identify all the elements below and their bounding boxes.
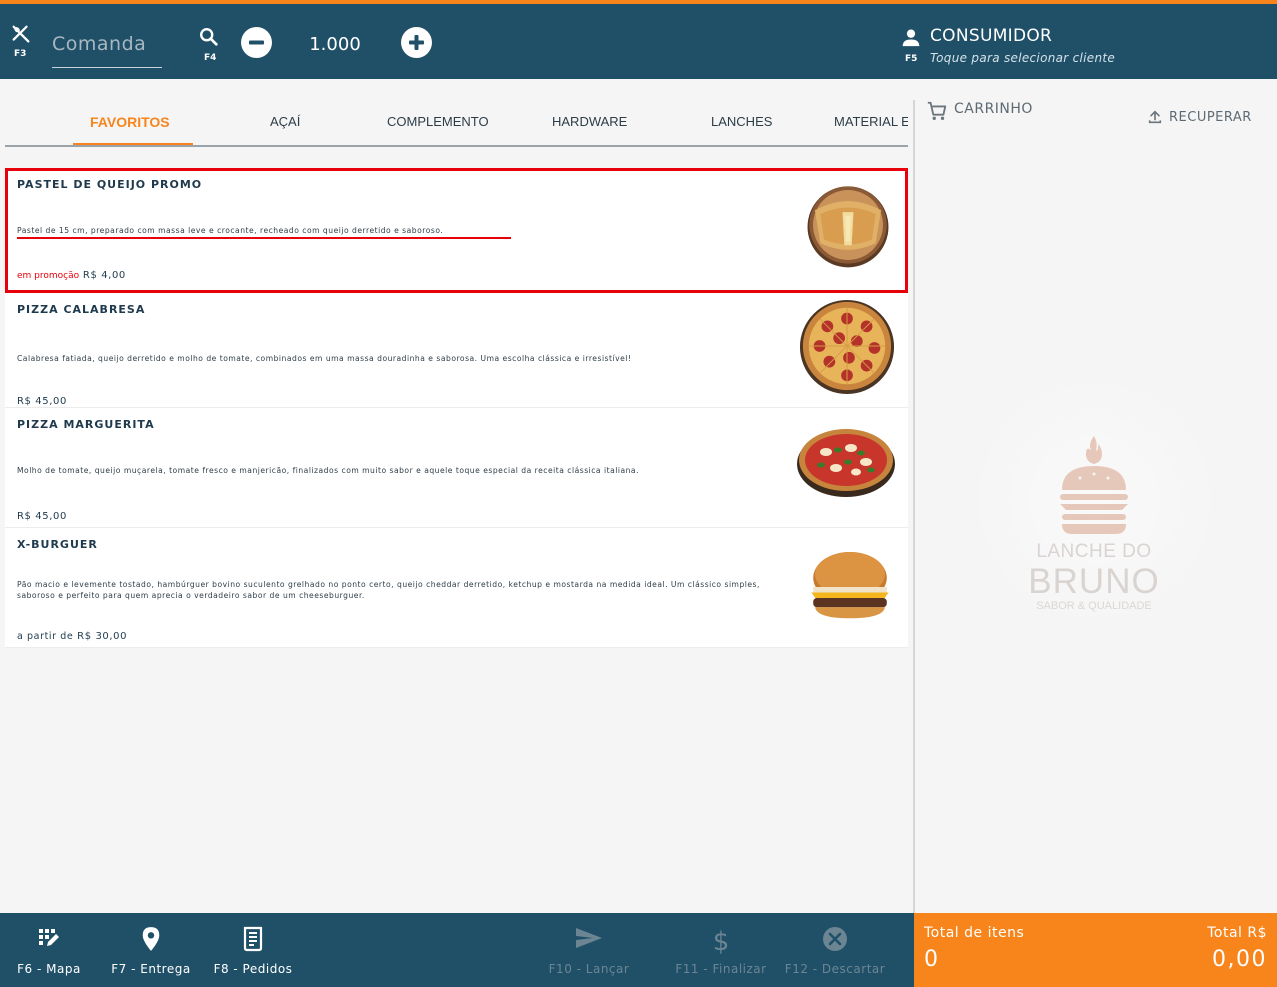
amount-total-value: 0,00 [1212,947,1267,972]
receipt-icon [243,926,263,952]
product-description: Molho de tomate, queijo muçarela, tomate… [17,466,639,475]
tab-favoritos[interactable]: FAVORITOS [90,114,170,130]
panel-divider [913,100,915,913]
pizza-marguerita-image [797,429,895,497]
search-button[interactable]: F4 [196,24,224,64]
search-hotkey: F4 [204,53,217,63]
product-description: Calabresa fatiada, queijo derretido e mo… [17,354,632,363]
promo-label: em promoção [17,271,80,281]
price-prefix: a partir de [17,631,74,642]
tab-material[interactable]: MATERIAL E [834,114,908,129]
pizza-calabresa-image [799,299,895,395]
cart-title: CARRINHO [954,101,1033,117]
price-value: R$ 45,00 [17,511,67,522]
tab-lanches[interactable]: LANCHES [711,114,772,129]
product-name: X-BURGUER [17,538,98,551]
product-name: PASTEL DE QUEIJO PROMO [17,178,203,191]
fork-knife-icon [12,25,30,43]
recover-label[interactable]: RECUPERAR [1169,110,1252,125]
comanda-input[interactable]: Comanda [52,32,162,68]
description-underline [17,237,511,239]
send-label: F10 - Lançar [548,962,630,976]
product-price: em promoção R$ 4,00 [17,270,126,281]
price-value: R$ 30,00 [77,631,128,642]
product-price: a partir de R$ 30,00 [17,631,127,642]
orders-label: F8 - Pedidos [213,962,293,976]
person-icon [902,29,920,47]
map-label: F6 - Mapa [17,962,81,976]
delivery-button[interactable]: F7 - Entrega [106,913,196,987]
upload-icon [1148,110,1162,124]
price-value: R$ 45,00 [17,396,67,407]
plus-icon [409,35,424,50]
discard-button[interactable]: F12 - Descartar [780,913,890,987]
delivery-label: F7 - Entrega [111,962,191,976]
items-total-value: 0 [924,947,939,972]
tab-acai[interactable]: AÇAÍ [270,114,300,129]
discard-label: F12 - Descartar [784,962,886,976]
product-card-x-burguer[interactable]: X-BURGUER Pão macio e levemente tostado,… [5,528,908,648]
bottom-bar: F6 - Mapa F7 - Entrega F8 - Pedidos F10 … [0,913,914,987]
quantity-value[interactable]: 1.000 [290,34,380,55]
top-bar: F3 Comanda F4 1.000 F5 CONSUMIDOR Toque … [0,0,1277,79]
logo-line-2: BRUNO [1028,562,1160,601]
product-list: PASTEL DE QUEIJO PROMO Pastel de 15 cm, … [5,168,908,648]
product-name: PIZZA CALABRESA [17,303,146,316]
tab-hardware[interactable]: HARDWARE [552,114,627,129]
cart-icon [927,101,947,120]
location-pin-icon [142,927,160,951]
product-card-pastel[interactable]: PASTEL DE QUEIJO PROMO Pastel de 15 cm, … [5,168,908,293]
totals-panel: Total de itens 0 Total R$ 0,00 [914,913,1277,987]
decrease-quantity-button[interactable] [241,27,272,58]
price-value: R$ 4,00 [82,270,126,281]
close-circle-icon [823,927,847,951]
items-total-label: Total de itens [924,925,1025,941]
pastel-image [807,186,889,268]
dollar-icon: $ [713,927,730,954]
customer-hint[interactable]: Toque para selecionar cliente [930,51,1115,65]
map-button[interactable]: F6 - Mapa [5,913,93,987]
burger-image [811,552,889,619]
increase-quantity-button[interactable] [401,27,432,58]
product-description: Pão macio e levemente tostado, hambúrgue… [17,580,760,600]
map-grid-icon [39,929,59,946]
logo-line-1: LANCHE DO [1036,541,1152,562]
product-name: PIZZA MARGUERITA [17,418,155,431]
minus-icon [249,40,264,45]
product-card-pizza-marguerita[interactable]: PIZZA MARGUERITA Molho de tomate, queijo… [5,408,908,528]
tab-complemento[interactable]: COMPLEMENTO [387,114,489,129]
tables-button[interactable]: F3 [6,22,36,62]
finish-label: F11 - Finalizar [675,962,767,976]
customer-name[interactable]: CONSUMIDOR [930,26,1052,46]
product-card-pizza-calabresa[interactable]: PIZZA CALABRESA Calabresa fatiada, queij… [5,293,908,408]
category-tabs: FAVORITOS AÇAÍ COMPLEMENTO HARDWARE LANC… [5,100,908,147]
product-description: Pastel de 15 cm, preparado com massa lev… [17,226,444,235]
logo-line-3: SABOR & QUALIDADE [1036,600,1152,612]
search-icon [200,28,218,46]
product-price: R$ 45,00 [17,396,67,407]
customer-hotkey: F5 [905,54,918,64]
finish-button[interactable]: $ F11 - Finalizar [672,913,770,987]
send-button[interactable]: F10 - Lançar [540,913,638,987]
active-tab-indicator [73,143,193,145]
svg-text:$: $ [713,927,730,954]
orders-button[interactable]: F8 - Pedidos [206,913,300,987]
tables-hotkey: F3 [14,49,27,59]
burger-logo-icon [1060,436,1128,534]
product-price: R$ 45,00 [17,511,67,522]
amount-total-label: Total R$ [1207,925,1267,941]
send-icon [576,928,602,948]
